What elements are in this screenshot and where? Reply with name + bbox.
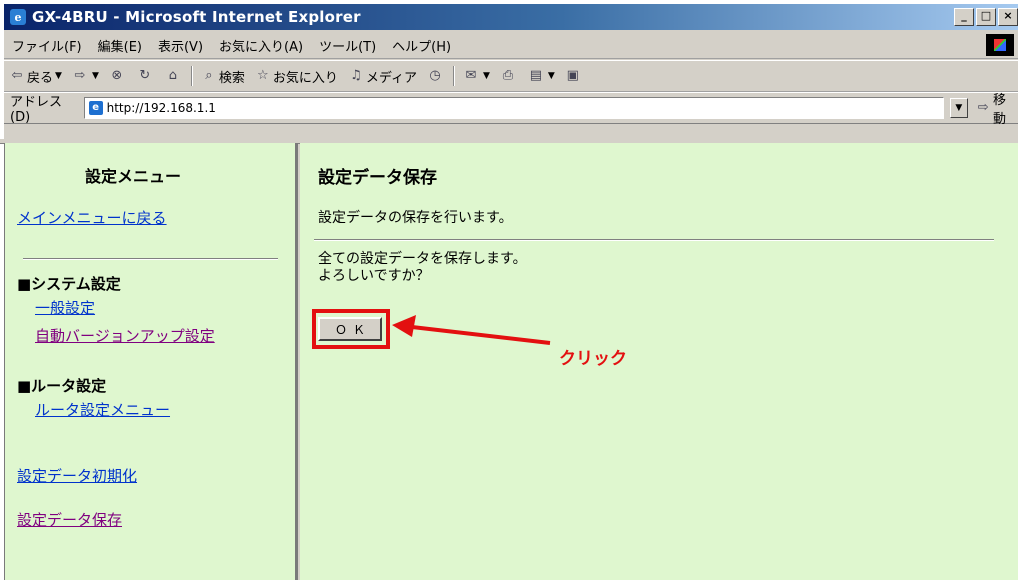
forward-arrow-icon: ⇨ <box>74 68 86 83</box>
forward-button[interactable]: ⇨ ▼ <box>67 68 104 84</box>
system-settings-heading: ■システム設定 <box>17 275 121 293</box>
window-controls: _ □ × <box>954 8 1018 26</box>
refresh-icon: ↻ <box>139 68 151 83</box>
home-icon: ⌂ <box>168 68 177 83</box>
address-bar: アドレス(D) e http://192.168.1.1 ▼ ⇨ 移動 <box>4 89 1018 127</box>
address-input[interactable]: e http://192.168.1.1 <box>83 97 945 119</box>
annotation-arrow-icon <box>392 315 551 345</box>
history-button[interactable]: ◷ <box>422 68 450 84</box>
print-button[interactable]: ⎙ <box>495 68 523 84</box>
confirm-line-2: よろしいですか？ <box>318 268 430 284</box>
menu-frame: 設定メニュー メインメニューに戻る ■システム設定 一般設定 自動バージョンアッ… <box>4 143 298 580</box>
dropdown-arrow-icon[interactable]: ▼ <box>548 71 555 81</box>
toolbar-separator <box>190 66 193 86</box>
menu-help[interactable]: ヘルプ(H) <box>384 36 459 55</box>
back-arrow-icon: ⇦ <box>11 68 23 83</box>
back-to-main-menu-link[interactable]: メインメニューに戻る <box>17 207 167 228</box>
menu-favorites[interactable]: お気に入り(A) <box>211 36 311 55</box>
print-icon: ⎙ <box>502 68 514 83</box>
back-button[interactable]: ⇦ 戻る ▼ <box>4 67 67 86</box>
dropdown-arrow-icon[interactable]: ▼ <box>92 71 99 81</box>
go-arrow-icon: ⇨ <box>977 100 989 115</box>
router-settings-heading: ■ルータ設定 <box>17 377 107 395</box>
auto-update-settings-link[interactable]: 自動バージョンアップ設定 <box>35 325 215 346</box>
favorites-label: お気に入り <box>272 70 338 86</box>
favorites-button[interactable]: ☆ お気に入り <box>250 67 343 86</box>
menu-edit[interactable]: 編集(E) <box>90 36 150 55</box>
divider <box>23 258 278 260</box>
search-icon: ⌕ <box>205 68 213 83</box>
search-button[interactable]: ⌕ 検索 <box>196 67 250 86</box>
media-icon: ♫ <box>350 68 362 83</box>
stop-button[interactable]: ⊗ <box>104 68 132 84</box>
discuss-button[interactable]: ▣ <box>560 68 588 84</box>
divider <box>314 239 994 241</box>
dropdown-arrow-icon[interactable]: ▼ <box>55 71 62 81</box>
confirm-message: 全ての設定データを保存します。 よろしいですか？ <box>318 251 527 285</box>
windows-logo-icon <box>986 34 1014 56</box>
address-label: アドレス(D) <box>10 95 63 125</box>
stop-icon: ⊗ <box>111 68 123 83</box>
address-dropdown-button[interactable]: ▼ <box>950 98 968 118</box>
ie-page-icon: e <box>88 101 103 115</box>
menu-title: 設定メニュー <box>85 167 182 186</box>
menu-file[interactable]: ファイル(F) <box>4 36 90 55</box>
edit-page-icon: ▤ <box>529 68 543 83</box>
page-content: 設定メニュー メインメニューに戻る ■システム設定 一般設定 自動バージョンアッ… <box>4 143 1018 580</box>
mail-button[interactable]: ✉ ▼ <box>458 68 495 84</box>
dropdown-arrow-icon[interactable]: ▼ <box>483 71 490 81</box>
main-frame: 設定データ保存 設定データの保存を行います。 全ての設定データを保存します。 よ… <box>300 143 1018 580</box>
minimize-button[interactable]: _ <box>954 8 974 26</box>
ok-button[interactable]: ＯＫ <box>318 317 382 341</box>
home-button[interactable]: ⌂ <box>160 68 188 84</box>
refresh-button[interactable]: ↻ <box>132 68 160 84</box>
media-button[interactable]: ♫ メディア <box>343 67 422 86</box>
title-bar: e GX-4BRU - Microsoft Internet Explorer … <box>4 4 1018 30</box>
confirm-line-1: 全ての設定データを保存します。 <box>318 251 527 267</box>
click-annotation: クリック <box>559 349 627 369</box>
search-label: 検索 <box>218 70 245 86</box>
toolbar-separator <box>452 66 455 86</box>
address-url[interactable]: http://192.168.1.1 <box>107 101 216 115</box>
ie-page-icon: e <box>10 9 26 25</box>
general-settings-link[interactable]: 一般設定 <box>35 297 95 318</box>
edit-button[interactable]: ▤ ▼ <box>523 68 560 84</box>
favorites-icon: ☆ <box>257 68 269 83</box>
menu-bar: ファイル(F) 編集(E) 表示(V) お気に入り(A) ツール(T) ヘルプ(… <box>4 32 1018 59</box>
settings-init-link[interactable]: 設定データ初期化 <box>17 465 137 486</box>
router-settings-menu-link[interactable]: ルータ設定メニュー <box>35 399 170 420</box>
go-label: 移動 <box>992 93 1006 127</box>
page-description: 設定データの保存を行います。 <box>318 210 513 226</box>
menu-tools[interactable]: ツール(T) <box>311 36 384 55</box>
window-title: GX-4BRU - Microsoft Internet Explorer <box>32 8 361 26</box>
maximize-button[interactable]: □ <box>976 8 996 26</box>
media-label: メディア <box>365 70 417 86</box>
page-title: 設定データ保存 <box>318 168 437 188</box>
go-button[interactable]: ⇨ 移動 <box>976 89 1018 127</box>
discuss-icon: ▣ <box>566 68 579 83</box>
menu-view[interactable]: 表示(V) <box>150 36 211 55</box>
toolbar: ⇦ 戻る ▼ ⇨ ▼ ⊗ ↻ ⌂ ⌕ 検索 ☆ お気に入り ♫ メディア ◷ ✉… <box>4 60 1018 92</box>
close-button[interactable]: × <box>998 8 1018 26</box>
history-icon: ◷ <box>429 68 441 83</box>
mail-icon: ✉ <box>465 68 477 83</box>
back-label: 戻る <box>27 70 54 86</box>
settings-save-link[interactable]: 設定データ保存 <box>17 509 122 530</box>
